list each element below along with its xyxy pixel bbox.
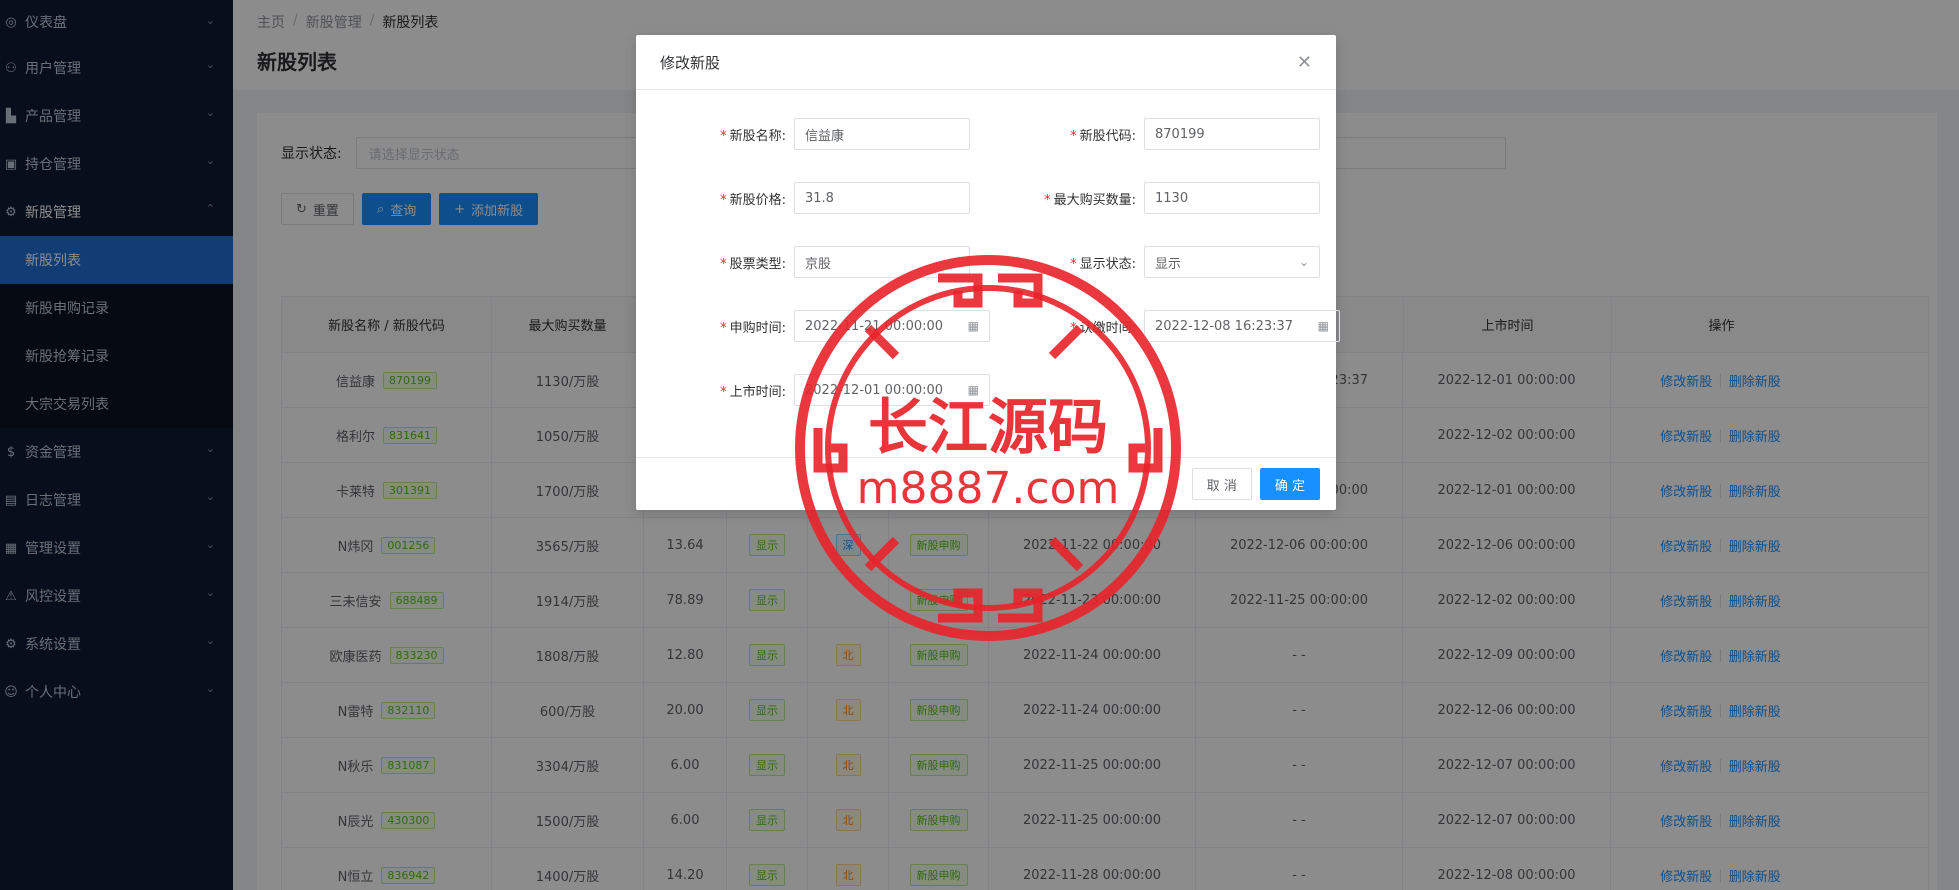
form-item-name: * 新股名称: 信益康 [674, 118, 970, 150]
modal-title: 修改新股 [660, 53, 721, 72]
modal-footer: 取 消 确 定 [636, 457, 1336, 510]
max-qty-input[interactable]: 1130 [1144, 182, 1320, 214]
form-item-price: * 新股价格: 31.8 [674, 182, 970, 214]
pay-time-picker[interactable]: 2022-12-08 16:23:37 ▦ [1144, 310, 1340, 342]
form-item-max-qty: * 最大购买数量: 1130 [1024, 182, 1320, 214]
form-item-code: * 新股代码: 870199 [1024, 118, 1320, 150]
ipo-price-input[interactable]: 31.8 [794, 182, 970, 214]
form-item-sub-time: * 申购时间: 2022-11-21 00:00:00 ▦ [674, 310, 990, 342]
chevron-down-icon: ⌄ [1298, 255, 1309, 269]
stock-type-input[interactable]: 京股 [794, 246, 970, 278]
sub-time-picker[interactable]: 2022-11-21 00:00:00 ▦ [794, 310, 990, 342]
cancel-button[interactable]: 取 消 [1191, 468, 1252, 500]
show-status-select[interactable]: 显示 ⌄ [1144, 246, 1320, 278]
ipo-name-input[interactable]: 信益康 [794, 118, 970, 150]
form-item-show-status: * 显示状态: 显示 ⌄ [1024, 246, 1320, 278]
confirm-button[interactable]: 确 定 [1259, 468, 1320, 500]
calendar-icon: ▦ [967, 383, 979, 397]
calendar-icon: ▦ [967, 319, 979, 333]
form-item-stock-type: * 股票类型: 京股 [674, 246, 970, 278]
list-time-picker[interactable]: 2022-12-01 00:00:00 ▦ [794, 374, 990, 406]
calendar-icon: ▦ [1317, 319, 1329, 333]
edit-ipo-modal: 修改新股 ✕ * 新股名称: 信益康 * 新股代码: 870199 * 新股价格: 3… [636, 35, 1340, 510]
form-item-pay-time: * 认缴时间: 2022-12-08 16:23:37 ▦ [1024, 310, 1340, 342]
form-item-list-time: * 上市时间: 2022-12-01 00:00:00 ▦ [674, 374, 990, 406]
ipo-code-input[interactable]: 870199 [1144, 118, 1320, 150]
modal-header: 修改新股 ✕ [636, 35, 1336, 90]
close-icon[interactable]: ✕ [1297, 52, 1312, 73]
